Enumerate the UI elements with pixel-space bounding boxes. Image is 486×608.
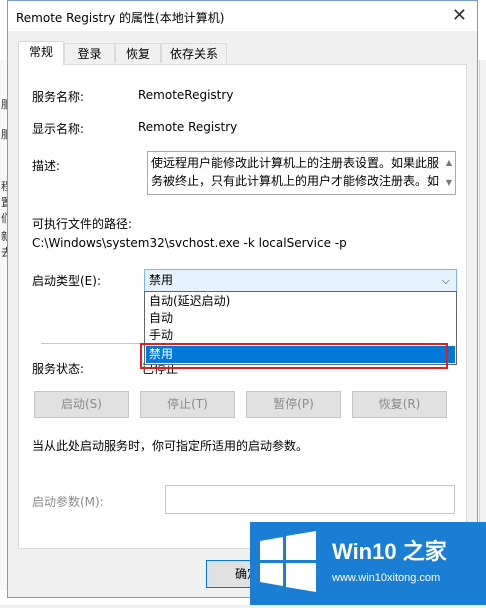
background-right-strip [479,60,486,590]
scroll-up-icon[interactable]: ▲ [446,154,452,172]
description-scrollbar[interactable]: ▲ ▼ [441,152,455,194]
startup-option-auto[interactable]: 自动 [146,310,455,327]
description-text: 使远程用户能修改此计算机上的注册表设置。如果此服务被终止，只有此计算机上的用户才… [151,156,440,188]
watermark-brand-text: Win10 [332,539,397,564]
start-button[interactable]: 启动(S) [34,391,129,418]
win10-watermark: Win10 之家 www.win10xitong.com [250,522,486,605]
tab-recovery[interactable]: 恢复 [115,43,161,63]
scroll-down-icon[interactable]: ▼ [446,174,452,192]
startup-type-selected: 禁用 [149,273,174,287]
stop-button[interactable]: 停止(T) [140,391,235,418]
tab-dependencies[interactable]: 依存关系 [161,43,227,63]
startup-type-select[interactable]: 禁用 ⌵ [144,269,457,292]
chevron-down-icon[interactable]: ⌵ [442,270,450,291]
close-icon[interactable]: ✕ [452,5,467,26]
general-panel: 服务名称: RemoteRegistry 显示名称: Remote Regist… [18,64,467,549]
watermark-url: www.win10xitong.com [332,572,441,584]
start-params-input[interactable] [165,485,455,514]
display-name-label: 显示名称: [32,122,85,136]
startup-option-auto-delayed[interactable]: 自动(延迟启动) [146,293,455,310]
tab-general[interactable]: 常规 [18,41,64,65]
pause-button[interactable]: 暂停(P) [246,391,341,418]
service-name-value: RemoteRegistry [138,88,234,102]
watermark-brand-suffix: 之家 [402,539,447,564]
startup-option-manual[interactable]: 手动 [146,327,455,344]
resume-button[interactable]: 恢复(R) [352,391,447,418]
startup-type-label: 启动类型(E): [32,274,101,288]
highlight-box [140,343,448,369]
start-params-label: 启动参数(M): [32,495,104,509]
tab-logon[interactable]: 登录 [64,43,115,63]
watermark-brand: Win10 之家 [332,534,447,566]
properties-dialog: Remote Registry 的属性(本地计算机) ✕ 常规 登录 恢复 依存… [7,0,478,598]
status-label: 服务状态: [32,362,85,376]
title-bar: Remote Registry 的属性(本地计算机) ✕ [8,1,477,31]
display-name-value: Remote Registry [138,120,238,134]
window-title: Remote Registry 的属性(本地计算机) [16,11,225,25]
divider [41,343,141,344]
start-hint-text: 当从此处启动服务时，你可指定所适用的启动参数。 [32,439,309,453]
path-label: 可执行文件的路径: [32,217,133,231]
service-name-label: 服务名称: [32,90,85,104]
description-box[interactable]: 使远程用户能修改此计算机上的注册表设置。如果此服务被终止，只有此计算机上的用户才… [147,151,456,195]
path-value: C:\Windows\system32\svchost.exe -k local… [32,236,347,250]
description-label: 描述: [32,159,61,173]
